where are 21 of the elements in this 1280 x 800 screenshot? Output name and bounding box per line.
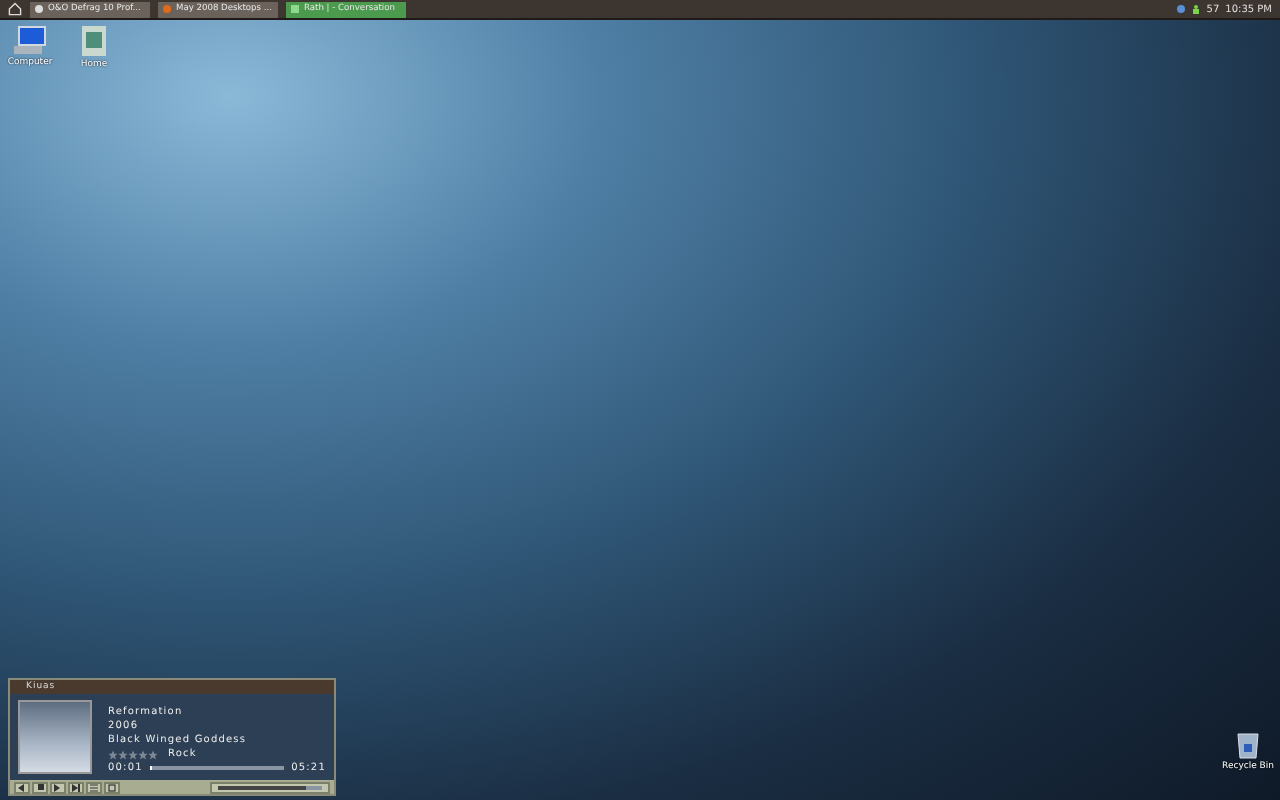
previous-icon [18, 783, 26, 791]
folder-icon [80, 24, 108, 58]
stop-button[interactable] [32, 781, 48, 793]
list-icon [90, 783, 98, 791]
rating-stars[interactable] [108, 749, 160, 759]
disk-icon [34, 4, 44, 14]
play-icon [54, 783, 62, 791]
next-icon [72, 783, 80, 791]
album-art-placeholder [18, 700, 92, 774]
home-icon[interactable] [8, 2, 22, 16]
next-button[interactable] [68, 781, 84, 793]
play-button[interactable] [50, 781, 66, 793]
computer-icon [12, 24, 48, 56]
stop-icon [37, 784, 43, 790]
repeat-icon [108, 783, 116, 791]
volume-slider[interactable] [210, 781, 330, 793]
previous-button[interactable] [14, 781, 30, 793]
globe-icon [162, 4, 172, 14]
trash-can-icon [1236, 732, 1261, 760]
network-icon[interactable] [1176, 4, 1187, 14]
repeat-button[interactable] [104, 781, 120, 793]
